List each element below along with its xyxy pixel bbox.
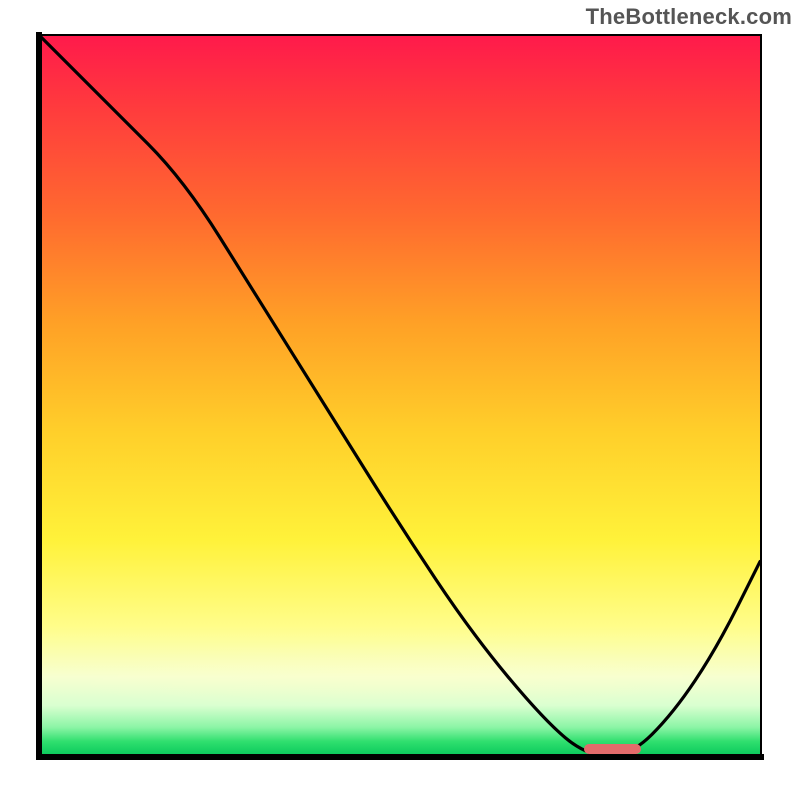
bottleneck-curve bbox=[40, 36, 760, 756]
optimal-marker bbox=[584, 744, 642, 754]
curve-svg bbox=[40, 36, 760, 756]
plot-area bbox=[40, 36, 760, 756]
axis-right bbox=[760, 34, 762, 758]
watermark-label: TheBottleneck.com bbox=[586, 4, 792, 30]
chart-container: TheBottleneck.com bbox=[0, 0, 800, 800]
